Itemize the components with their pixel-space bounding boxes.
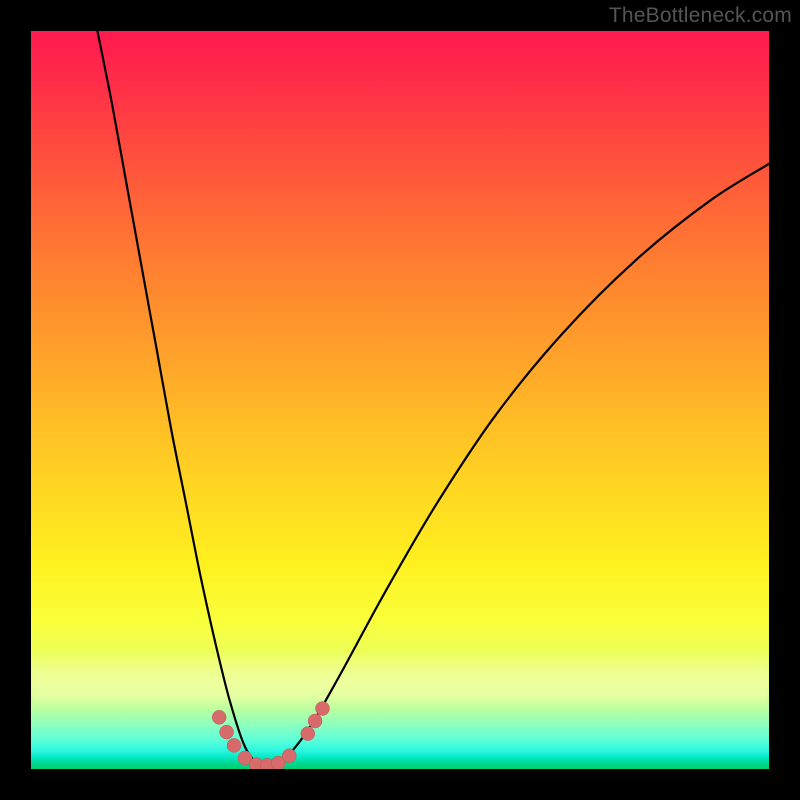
marker-dot <box>308 714 322 728</box>
watermark-text: TheBottleneck.com <box>609 4 792 28</box>
plot-area <box>31 31 769 769</box>
marker-group <box>212 702 329 770</box>
marker-dot <box>301 727 315 741</box>
curve-layer <box>31 31 769 769</box>
bottleneck-curve <box>97 31 769 767</box>
marker-dot <box>316 702 330 716</box>
marker-dot <box>220 725 234 739</box>
marker-dot <box>282 749 296 763</box>
chart-frame: TheBottleneck.com <box>0 0 800 800</box>
marker-dot <box>212 710 226 724</box>
marker-dot <box>227 738 241 752</box>
